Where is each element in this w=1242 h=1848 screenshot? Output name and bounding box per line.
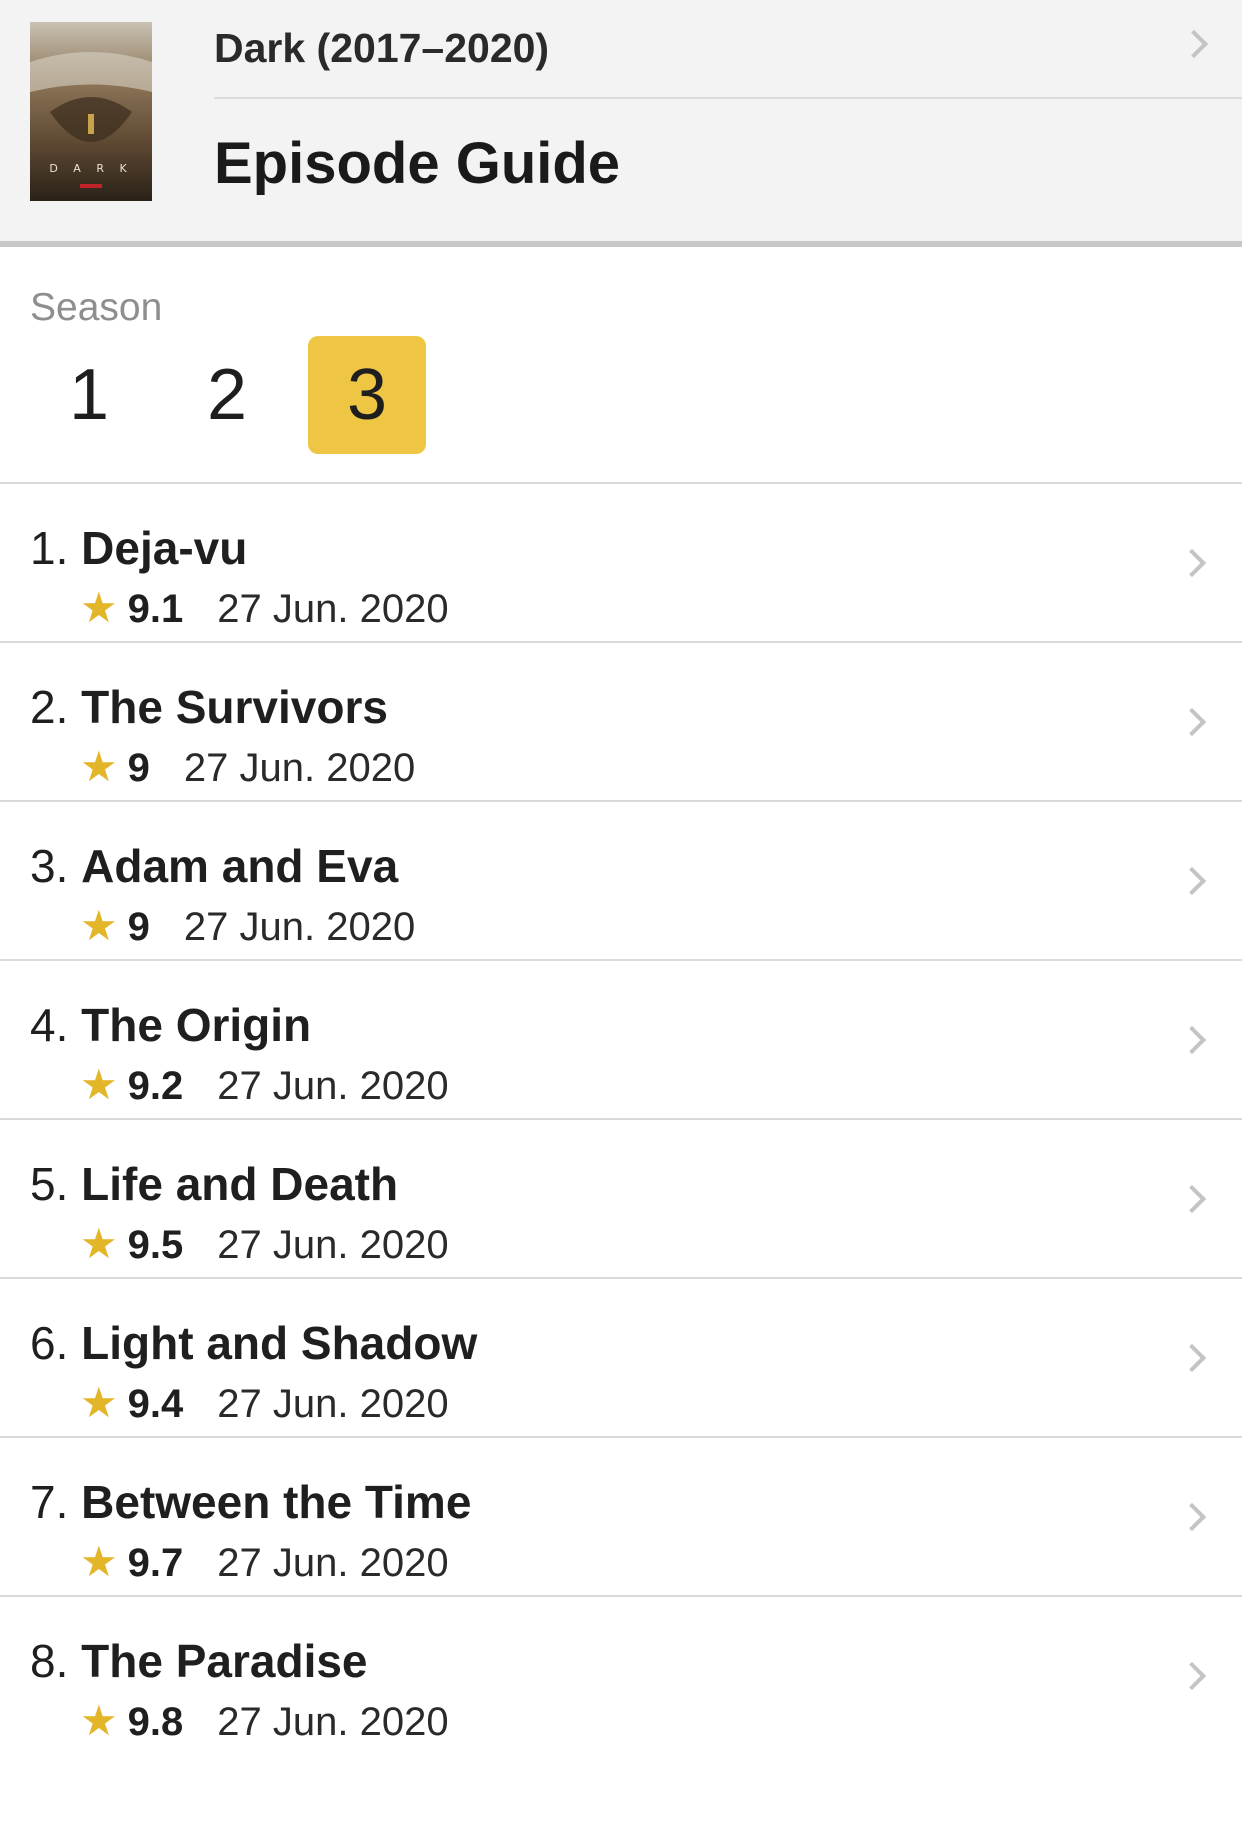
episode-rating: 9 xyxy=(127,905,150,949)
episode-date: 27 Jun. 2020 xyxy=(217,1541,449,1585)
episode-number: 4. xyxy=(30,999,69,1051)
episode-name: Deja-vu xyxy=(81,522,248,574)
star-icon: ★ xyxy=(80,1697,118,1744)
episode-rating: 9.7 xyxy=(127,1541,184,1585)
episode-rating: 9.2 xyxy=(127,1064,184,1108)
episode-row[interactable]: 3. Adam and Eva ★ 9 27 Jun. 2020 xyxy=(0,802,1242,961)
episode-date: 27 Jun. 2020 xyxy=(217,1064,449,1108)
episode-name: The Origin xyxy=(81,999,312,1051)
header-divider xyxy=(214,97,1242,99)
episode-title: 3. Adam and Eva xyxy=(30,838,398,894)
season-tab-1[interactable]: 1 xyxy=(30,336,148,454)
episode-name: Adam and Eva xyxy=(81,840,399,892)
star-icon: ★ xyxy=(80,743,118,790)
episode-title: 1. Deja-vu xyxy=(30,520,247,576)
episode-row[interactable]: 1. Deja-vu ★ 9.1 27 Jun. 2020 xyxy=(0,484,1242,643)
episode-date: 27 Jun. 2020 xyxy=(217,1700,449,1744)
episode-row[interactable]: 8. The Paradise ★ 9.8 27 Jun. 2020 xyxy=(0,1597,1242,1756)
episode-name: The Survivors xyxy=(81,681,388,733)
episode-date: 27 Jun. 2020 xyxy=(217,587,449,631)
episode-date: 27 Jun. 2020 xyxy=(183,905,416,949)
episode-name: The Paradise xyxy=(81,1635,368,1687)
episode-title: 2. The Survivors xyxy=(30,679,388,735)
chevron-right-icon xyxy=(1177,548,1207,578)
star-icon: ★ xyxy=(80,1379,118,1426)
episode-meta: ★ 9.7 27 Jun. 2020 xyxy=(80,1538,449,1586)
star-icon: ★ xyxy=(80,584,118,631)
chevron-right-icon xyxy=(1177,1025,1207,1055)
episode-meta: ★ 9.5 27 Jun. 2020 xyxy=(80,1220,449,1268)
episode-name: Light and Shadow xyxy=(81,1317,478,1369)
episode-number: 7. xyxy=(30,1476,69,1528)
episode-number: 8. xyxy=(30,1635,69,1687)
episode-rating: 9.5 xyxy=(127,1223,184,1267)
season-label: Season xyxy=(30,286,163,329)
episode-row[interactable]: 7. Between the Time ★ 9.7 27 Jun. 2020 xyxy=(0,1438,1242,1597)
star-icon: ★ xyxy=(80,1061,118,1108)
episode-name: Life and Death xyxy=(81,1158,399,1210)
svg-text:D A R K: D A R K xyxy=(49,162,132,175)
series-poster: D A R K xyxy=(30,22,152,201)
chevron-right-icon xyxy=(1177,1184,1207,1214)
episode-meta: ★ 9.4 27 Jun. 2020 xyxy=(80,1379,449,1427)
episode-number: 6. xyxy=(30,1317,69,1369)
episode-number: 3. xyxy=(30,840,69,892)
episode-name: Between the Time xyxy=(81,1476,472,1528)
season-tab-2[interactable]: 2 xyxy=(168,336,286,454)
episode-title: 8. The Paradise xyxy=(30,1633,368,1689)
season-tabs: 1 2 3 xyxy=(0,336,1242,454)
episode-row[interactable]: 6. Light and Shadow ★ 9.4 27 Jun. 2020 xyxy=(0,1279,1242,1438)
episode-meta: ★ 9.1 27 Jun. 2020 xyxy=(80,584,449,632)
episode-title: 6. Light and Shadow xyxy=(30,1315,477,1371)
episode-row[interactable]: 4. The Origin ★ 9.2 27 Jun. 2020 xyxy=(0,961,1242,1120)
chevron-right-icon xyxy=(1177,866,1207,896)
episode-meta: ★ 9.2 27 Jun. 2020 xyxy=(80,1061,449,1109)
chevron-right-icon xyxy=(1179,29,1209,59)
page-title: Episode Guide xyxy=(214,131,621,196)
chevron-right-icon xyxy=(1177,1661,1207,1691)
episode-rating: 9 xyxy=(127,746,150,790)
episode-row[interactable]: 5. Life and Death ★ 9.5 27 Jun. 2020 xyxy=(0,1120,1242,1279)
episode-date: 27 Jun. 2020 xyxy=(183,746,416,790)
series-title[interactable]: Dark (2017–2020) xyxy=(214,16,549,80)
episode-meta: ★ 9 27 Jun. 2020 xyxy=(80,902,416,950)
episode-title: 5. Life and Death xyxy=(30,1156,398,1212)
episode-rating: 9.4 xyxy=(127,1382,184,1426)
episode-number: 2. xyxy=(30,681,69,733)
chevron-right-icon xyxy=(1177,707,1207,737)
episode-meta: ★ 9 27 Jun. 2020 xyxy=(80,743,416,791)
star-icon: ★ xyxy=(80,1220,118,1267)
chevron-right-icon xyxy=(1177,1502,1207,1532)
chevron-right-icon xyxy=(1177,1343,1207,1373)
season-tab-3[interactable]: 3 xyxy=(308,336,426,454)
episode-list: 1. Deja-vu ★ 9.1 27 Jun. 2020 2. The Survi… xyxy=(0,484,1242,1756)
episode-title: 4. The Origin xyxy=(30,997,311,1053)
episode-row[interactable]: 2. The Survivors ★ 9 27 Jun. 2020 xyxy=(0,643,1242,802)
episode-rating: 9.8 xyxy=(127,1700,184,1744)
series-header[interactable]: D A R K Dark (2017–2020) Episode Guide xyxy=(0,0,1242,247)
star-icon: ★ xyxy=(80,902,118,949)
episode-rating: 9.1 xyxy=(127,587,184,631)
episode-number: 1. xyxy=(30,522,69,574)
episode-meta: ★ 9.8 27 Jun. 2020 xyxy=(80,1697,449,1745)
episode-date: 27 Jun. 2020 xyxy=(217,1223,449,1267)
episode-number: 5. xyxy=(30,1158,69,1210)
star-icon: ★ xyxy=(80,1538,118,1585)
episode-title: 7. Between the Time xyxy=(30,1474,471,1530)
episode-date: 27 Jun. 2020 xyxy=(217,1382,449,1426)
